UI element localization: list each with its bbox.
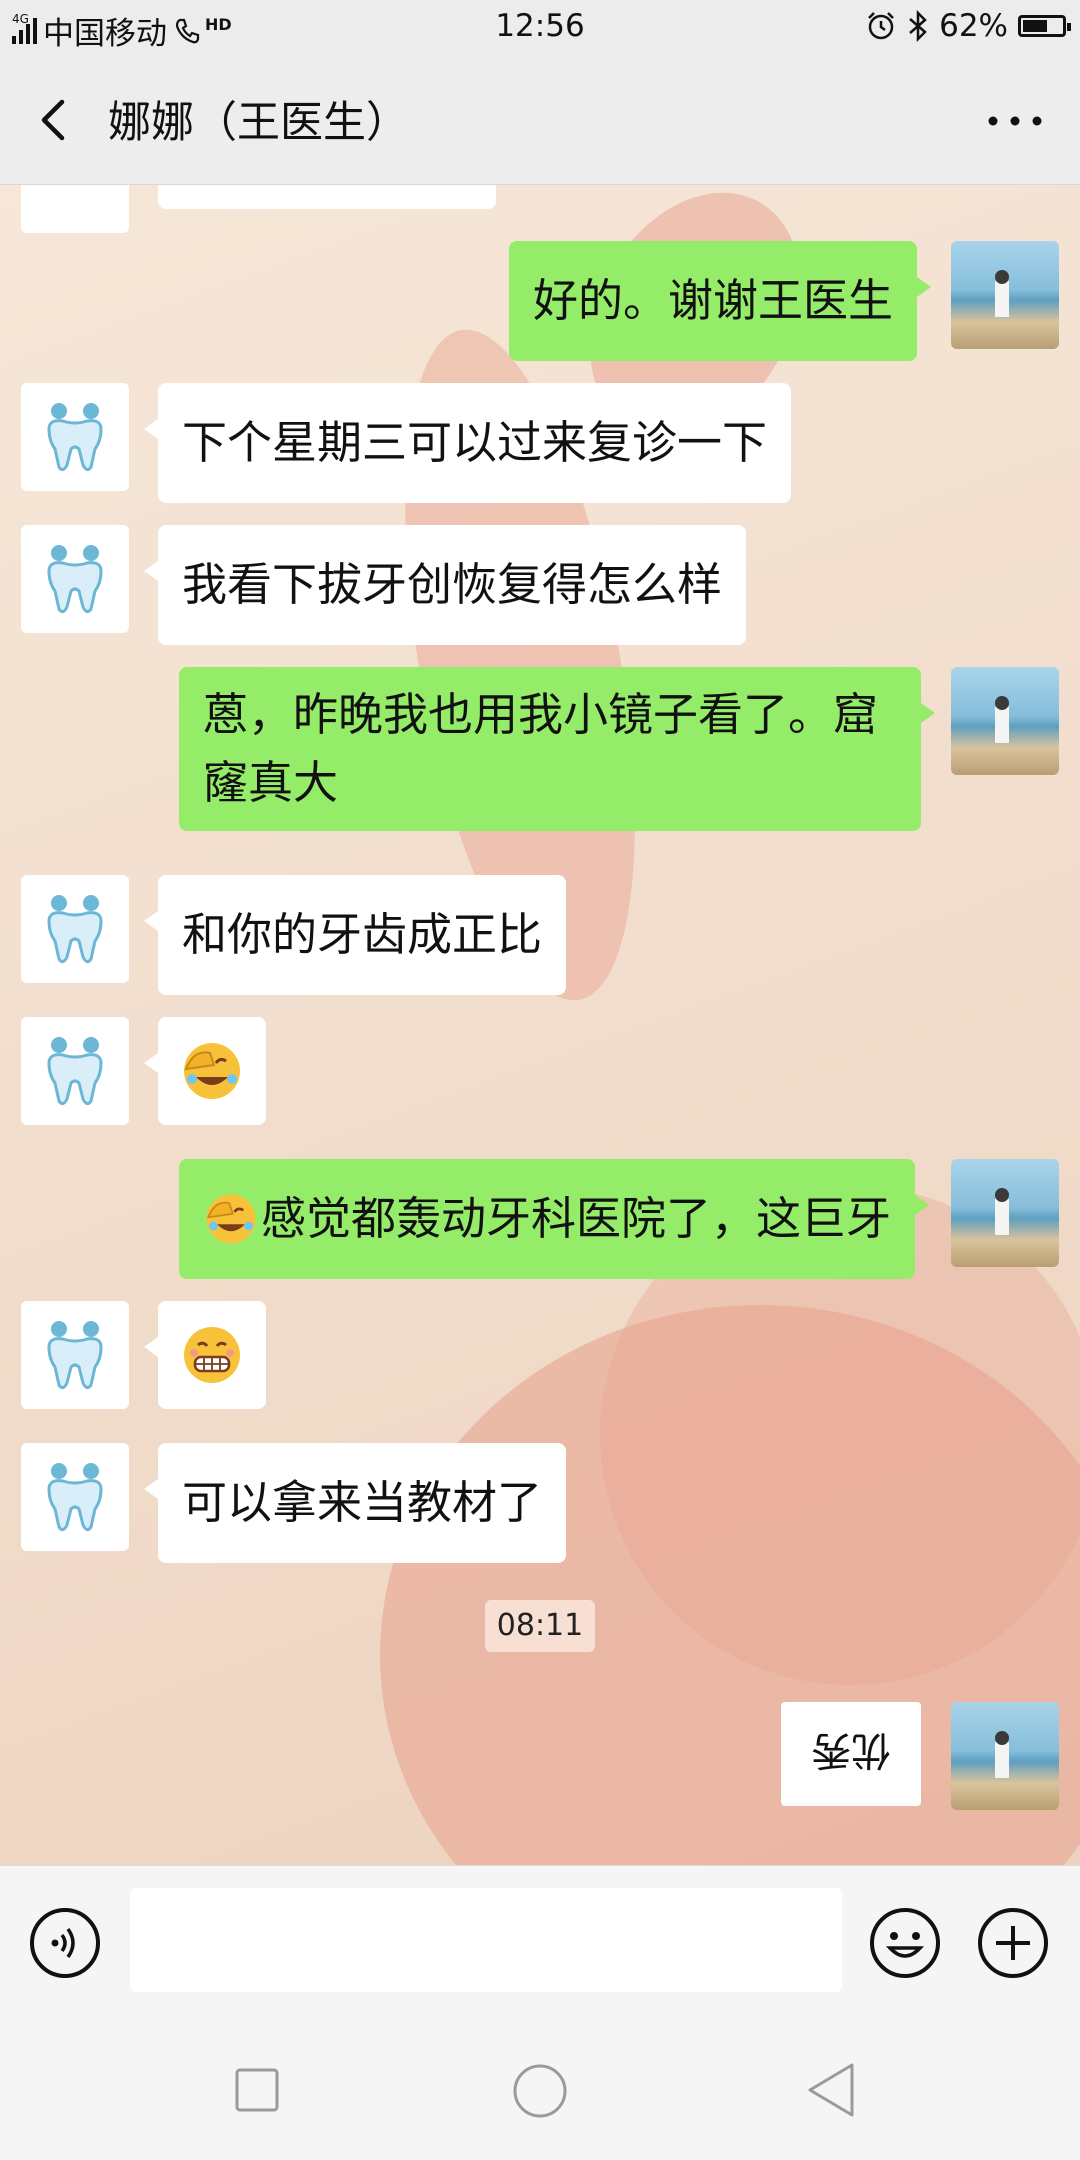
doctor-avatar[interactable] <box>21 383 129 491</box>
message-bubble[interactable]: 可以拿来当教材了 <box>143 1443 567 1563</box>
system-back-button[interactable] <box>804 2061 858 2123</box>
doctor-avatar[interactable] <box>21 1301 129 1409</box>
tooth-icon <box>47 1321 103 1390</box>
message-bubble[interactable]: 好的。谢谢王医生 <box>509 241 932 361</box>
doctor-avatar[interactable] <box>21 1017 129 1125</box>
alarm-icon <box>868 12 894 40</box>
message-text: 我看下拔牙创恢复得怎么样 <box>182 558 723 611</box>
user-avatar[interactable] <box>951 1702 1059 1810</box>
message-bubble[interactable]: 下个星期三可以过来复诊一下 <box>143 383 792 503</box>
chevron-left-icon <box>41 99 65 141</box>
emoji-message-bubble[interactable] <box>144 1301 266 1409</box>
user-avatar-image <box>995 1188 1009 1235</box>
tooth-icon <box>47 1463 103 1532</box>
doctor-avatar[interactable] <box>21 1443 129 1551</box>
user-avatar-image <box>995 696 1009 743</box>
user-avatar-image <box>995 1731 1009 1778</box>
status-right: 62% <box>865 8 1071 44</box>
facepalm-laugh-icon <box>206 1194 256 1244</box>
message-text: 和你的牙齿成正比 <box>182 908 543 961</box>
circle-icon <box>513 2064 567 2118</box>
plus-button[interactable] <box>976 1906 1050 1984</box>
image-message-text: 优秀 <box>811 1727 891 1773</box>
message-bubble[interactable]: 和你的牙齿成正比 <box>143 875 567 995</box>
message-text: 好的。谢谢王医生 <box>533 274 894 327</box>
tooth-icon <box>47 545 103 614</box>
message-bubble[interactable]: 蒽，昨晚我也用我小镜子看了。窟窿真大 <box>179 667 935 831</box>
message-text: 下个星期三可以过来复诊一下 <box>182 416 768 469</box>
system-nav-bar <box>0 2005 1080 2160</box>
home-button[interactable] <box>512 2063 568 2123</box>
grimace-icon <box>184 1327 240 1383</box>
chat-header: 娜娜（王医生） <box>0 56 1080 185</box>
emoji-message-bubble[interactable] <box>144 1017 266 1125</box>
message-bubble[interactable]: 感觉都轰动牙科医院了，这巨牙 <box>179 1159 930 1279</box>
bluetooth-icon <box>909 10 927 42</box>
image-message[interactable]: 优秀 <box>781 1702 921 1806</box>
plus-icon <box>978 1908 1048 1978</box>
doctor-avatar[interactable] <box>21 185 129 233</box>
tooth-icon <box>47 1037 103 1106</box>
doctor-avatar[interactable] <box>21 525 129 633</box>
user-avatar-image <box>995 270 1009 317</box>
user-avatar[interactable] <box>951 1159 1059 1267</box>
message-timestamp: 08:11 <box>485 1600 595 1652</box>
input-bar <box>0 1865 1080 2006</box>
page-title: 娜娜（王医生） <box>108 98 409 148</box>
recent-apps-button[interactable] <box>234 2067 280 2117</box>
message-text: 感觉都轰动牙科医院了，这巨牙 <box>261 1192 892 1245</box>
voice-icon <box>30 1908 100 1978</box>
message-text: 蒽，昨晚我也用我小镜子看了。窟窿真大 <box>203 688 879 809</box>
message-text: 可以拿来当教材了 <box>182 1476 543 1529</box>
back-button[interactable] <box>30 90 86 150</box>
emoji-icon <box>870 1908 940 1978</box>
doctor-avatar[interactable] <box>21 875 129 983</box>
voice-button[interactable] <box>28 1906 102 1984</box>
tooth-icon <box>47 403 103 472</box>
message-input[interactable] <box>130 1888 842 1992</box>
facepalm-laugh-icon <box>184 1043 240 1099</box>
message-bubble-partial[interactable] <box>158 185 496 209</box>
battery-icon <box>1018 15 1071 37</box>
emoji-button[interactable] <box>868 1906 942 1984</box>
user-avatar[interactable] <box>951 667 1059 775</box>
square-icon <box>235 2068 279 2112</box>
user-avatar[interactable] <box>951 241 1059 349</box>
tooth-icon <box>47 895 103 964</box>
message-bubble[interactable]: 我看下拔牙创恢复得怎么样 <box>143 525 747 645</box>
triangle-back-icon <box>808 2063 854 2117</box>
battery-fill <box>1023 20 1047 32</box>
chat-area[interactable]: 好的。谢谢王医生 下个星期三可以过来复诊一下 我看下拔牙创恢复得怎么样 蒽，昨晚… <box>0 185 1080 1865</box>
status-bar: 4G 中国移动 HD 12:56 62% <box>0 0 1080 56</box>
more-dots-icon <box>988 116 1042 126</box>
more-button[interactable] <box>980 96 1050 146</box>
battery-percent: 62% <box>939 8 1008 44</box>
